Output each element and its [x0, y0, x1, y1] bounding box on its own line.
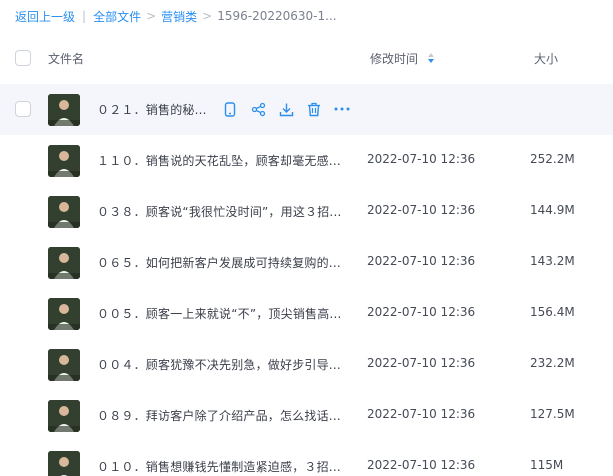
file-size: 156.4M: [530, 305, 575, 319]
row-checkbox[interactable]: [15, 101, 31, 117]
file-size: 115M: [530, 458, 564, 472]
back-link[interactable]: 返回上一级: [15, 8, 75, 25]
file-modified-time: 2022-07-10 12:36: [367, 356, 476, 370]
file-modified-time: 2022-07-10 12:36: [367, 305, 476, 319]
file-name[interactable]: ０８９．拜访客户除了介绍产品，怎么找话...: [97, 407, 341, 424]
breadcrumb: 返回上一级 | 全部文件 > 营销类 > 1596-20220630-1...: [15, 7, 337, 25]
trash-icon[interactable]: [306, 101, 322, 117]
download-icon[interactable]: [278, 101, 294, 117]
breadcrumb-all-files[interactable]: 全部文件: [93, 8, 141, 25]
file-row[interactable]: ０２１．销售的秘...: [0, 84, 613, 135]
breadcrumb-separator: |: [82, 9, 87, 23]
file-row[interactable]: ００４．顾客犹豫不决先别急，做好步引导... 2022-07-10 12:36 …: [0, 339, 613, 390]
share-icon[interactable]: [250, 101, 266, 117]
more-icon[interactable]: [334, 101, 350, 117]
file-size: 143.2M: [530, 254, 575, 268]
column-header-modified-label: 修改时间: [370, 52, 419, 66]
file-name[interactable]: ００５．顾客一上来就说“不”，顶尖销售高...: [97, 305, 341, 322]
select-all-checkbox[interactable]: [15, 50, 31, 66]
file-size: 252.2M: [530, 152, 575, 166]
file-row[interactable]: ０１０．销售想赚钱先懂制造紧迫感，３招... 2022-07-10 12:36 …: [0, 441, 613, 476]
file-name[interactable]: ０２１．销售的秘...: [97, 101, 207, 118]
file-modified-time: 2022-07-10 12:36: [367, 458, 476, 472]
chevron-right-icon: >: [146, 9, 157, 23]
breadcrumb-folder[interactable]: 营销类: [161, 8, 197, 25]
phone-icon[interactable]: [222, 101, 238, 117]
file-modified-time: 2022-07-10 12:36: [367, 254, 476, 268]
file-name[interactable]: ０６５．如何把新客户发展成可持续复购的...: [97, 254, 341, 271]
column-header-size[interactable]: 大小: [534, 50, 558, 67]
file-size: 144.9M: [530, 203, 575, 217]
video-thumbnail: [48, 247, 80, 279]
video-thumbnail: [48, 298, 80, 330]
row-actions: [222, 99, 362, 119]
file-name[interactable]: ０３８．顾客说“我很忙没时间”，用这３招...: [97, 203, 341, 220]
sort-icon[interactable]: [427, 52, 435, 67]
video-thumbnail: [48, 400, 80, 432]
file-name[interactable]: １１０．销售说的天花乱坠，顾客却毫无感...: [97, 152, 341, 169]
file-modified-time: 2022-07-10 12:36: [367, 407, 476, 421]
file-modified-time: 2022-07-10 12:36: [367, 203, 476, 217]
file-size: 232.2M: [530, 356, 575, 370]
video-thumbnail: [48, 94, 80, 126]
video-thumbnail: [48, 349, 80, 381]
file-modified-time: 2022-07-10 12:36: [367, 152, 476, 166]
column-header-name[interactable]: 文件名: [48, 50, 84, 67]
file-row[interactable]: ０６５．如何把新客户发展成可持续复购的... 2022-07-10 12:36 …: [0, 237, 613, 288]
video-thumbnail: [48, 451, 80, 476]
breadcrumb-current: 1596-20220630-1...: [217, 9, 337, 23]
file-row[interactable]: １１０．销售说的天花乱坠，顾客却毫无感... 2022-07-10 12:36 …: [0, 135, 613, 186]
video-thumbnail: [48, 145, 80, 177]
file-name[interactable]: ０１０．销售想赚钱先懂制造紧迫感，３招...: [97, 458, 341, 475]
chevron-right-icon: >: [202, 9, 213, 23]
file-row[interactable]: ０３８．顾客说“我很忙没时间”，用这３招... 2022-07-10 12:36…: [0, 186, 613, 237]
file-list-header: 文件名 修改时间 大小: [0, 42, 613, 74]
file-size: 127.5M: [530, 407, 575, 421]
file-row[interactable]: ００５．顾客一上来就说“不”，顶尖销售高... 2022-07-10 12:36…: [0, 288, 613, 339]
column-header-modified[interactable]: 修改时间: [370, 50, 435, 67]
video-thumbnail: [48, 196, 80, 228]
file-name[interactable]: ００４．顾客犹豫不决先别急，做好步引导...: [97, 356, 341, 373]
file-row[interactable]: ０８９．拜访客户除了介绍产品，怎么找话... 2022-07-10 12:36 …: [0, 390, 613, 441]
